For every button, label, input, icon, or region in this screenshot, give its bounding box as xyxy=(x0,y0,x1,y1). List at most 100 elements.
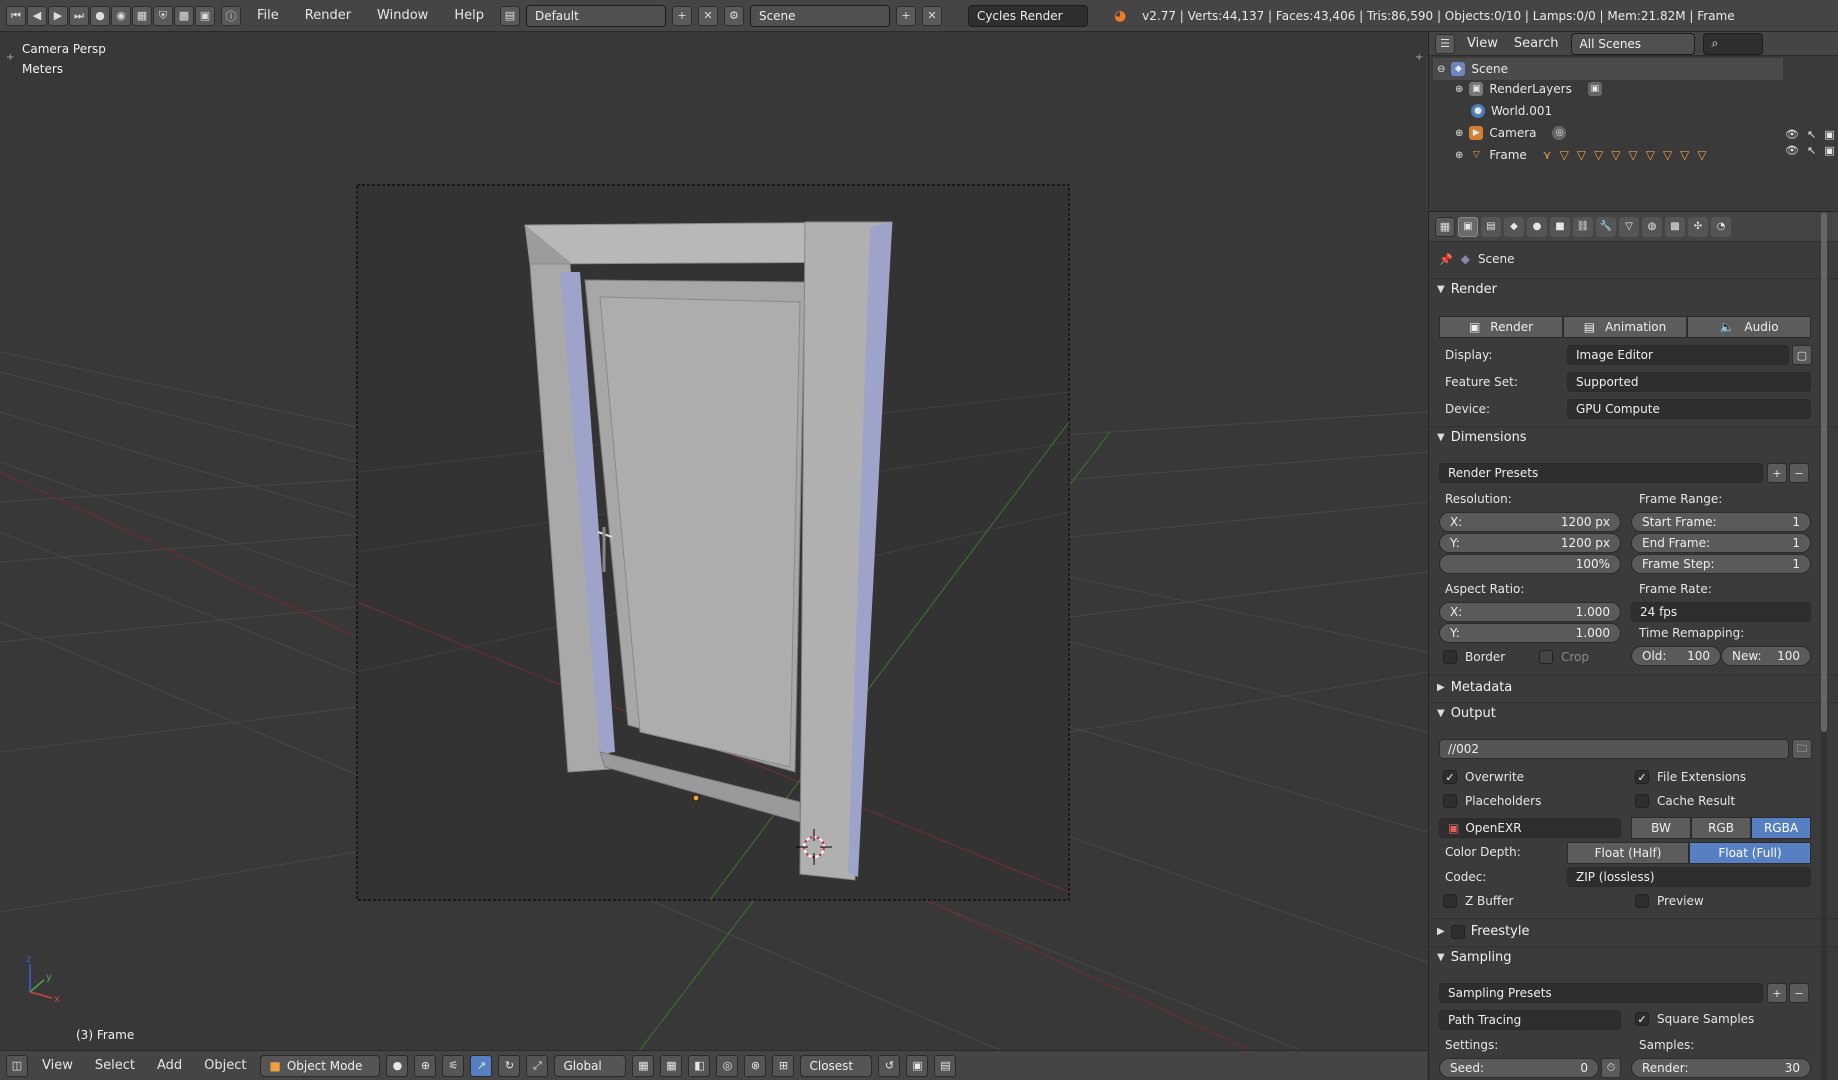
screenshot-icon[interactable]: ▣ xyxy=(195,5,215,26)
dimensions-panel-header[interactable]: ▼ Dimensions xyxy=(1437,430,1527,445)
add-object-icon[interactable]: ▦ xyxy=(132,5,152,26)
square-samples-checkbox[interactable]: ✓ Square Samples xyxy=(1635,1012,1754,1026)
render-presets-dropdown[interactable]: Render Presets xyxy=(1439,463,1763,483)
codec-dropdown[interactable]: ZIP (lossless) xyxy=(1567,867,1811,887)
render-layer-icon[interactable]: ◧ xyxy=(688,1054,711,1077)
metadata-panel-header[interactable]: ▶ Metadata xyxy=(1437,680,1512,695)
play-reverse-icon[interactable]: ◀ xyxy=(27,5,47,26)
properties-scrollbar[interactable] xyxy=(1821,212,1827,1080)
snap-target-dropdown[interactable]: Closest xyxy=(800,1054,873,1077)
placeholders-checkbox[interactable]: Placeholders xyxy=(1443,794,1541,808)
menu-select[interactable]: Select xyxy=(87,1058,143,1073)
feature-set-dropdown[interactable]: Supported xyxy=(1567,372,1811,392)
freestyle-checkbox[interactable] xyxy=(1450,924,1465,939)
frame-rate-dropdown[interactable]: 24 fps xyxy=(1631,602,1811,622)
end-frame-field[interactable]: End Frame: 1 xyxy=(1631,533,1811,553)
snap-icon[interactable]: ⊗ xyxy=(744,1054,767,1077)
expand-icon[interactable]: ⊕ xyxy=(1455,128,1463,139)
outliner-menu-view[interactable]: View xyxy=(1463,36,1502,51)
checker-icon[interactable]: ▩ xyxy=(174,5,194,26)
audio-button[interactable]: 🔈 Audio xyxy=(1687,316,1811,338)
jump-start-icon[interactable]: ⏮ xyxy=(6,5,26,26)
mode-dropdown[interactable]: ■ Object Mode xyxy=(260,1054,381,1077)
rgba-option[interactable]: RGBA xyxy=(1751,817,1811,839)
remove-layout-icon[interactable]: ✕ xyxy=(697,5,718,26)
record-icon[interactable]: ● xyxy=(90,5,110,26)
time-old-field[interactable]: Old: 100 xyxy=(1631,646,1721,666)
animated-seed-icon[interactable]: ⏱ xyxy=(1601,1058,1621,1078)
viewport-shading-icon[interactable]: ● xyxy=(386,1054,409,1077)
screen-layout-icon[interactable]: ▤ xyxy=(499,5,520,26)
render-layers-tab-icon[interactable]: ▤ xyxy=(1481,216,1501,237)
add-layout-icon[interactable]: + xyxy=(671,5,692,26)
add-scene-icon[interactable]: + xyxy=(895,5,916,26)
constraints-tab-icon[interactable]: ⛓ xyxy=(1573,216,1593,237)
scale-icon[interactable]: ⤢ xyxy=(526,1054,549,1077)
add-preset-icon[interactable]: + xyxy=(1767,463,1787,483)
menu-file[interactable]: File xyxy=(247,8,289,23)
render-button[interactable]: ▣ Render xyxy=(1439,316,1563,338)
expand-icon[interactable]: ⊕ xyxy=(1455,150,1463,161)
eye-icon[interactable]: 👁 xyxy=(1785,128,1799,141)
outliner-item-frame[interactable]: ⊕ ▽ Frame ⋎▽▽▽▽▽▽▽▽▽ xyxy=(1455,144,1715,166)
physics-tab-icon[interactable]: ◔ xyxy=(1711,216,1731,237)
play-icon[interactable]: ▶ xyxy=(48,5,68,26)
integrator-dropdown[interactable]: Path Tracing xyxy=(1439,1010,1621,1030)
render-samples-field[interactable]: Render: 30 xyxy=(1631,1058,1811,1078)
outliner-item-renderlayers[interactable]: ⊕ ▣ RenderLayers ▣ xyxy=(1455,78,1602,100)
translate-icon[interactable]: ↗ xyxy=(470,1054,493,1077)
outliner-item-camera[interactable]: ⊕ ▶ Camera ◎ xyxy=(1455,122,1567,144)
output-path-input[interactable]: //002 xyxy=(1439,739,1789,759)
editor-type-icon[interactable]: ◫ xyxy=(6,1054,28,1077)
collapse-icon[interactable]: ⊖ xyxy=(1437,64,1445,75)
scene-field[interactable]: Scene xyxy=(749,4,890,27)
output-panel-header[interactable]: ▼ Output xyxy=(1437,706,1496,721)
render-panel-header[interactable]: ▼ Render xyxy=(1437,282,1497,297)
remove-scene-icon[interactable]: ✕ xyxy=(921,5,942,26)
snap-rotate-icon[interactable]: ↺ xyxy=(878,1054,901,1077)
crop-checkbox[interactable]: Crop xyxy=(1539,650,1589,664)
overwrite-checkbox[interactable]: ✓ Overwrite xyxy=(1443,770,1524,784)
rotate-icon[interactable]: ↻ xyxy=(498,1054,521,1077)
modifiers-tab-icon[interactable]: 🔧 xyxy=(1596,216,1616,237)
3d-viewport[interactable]: z y x + + Camera Persp Meters (3) Frame xyxy=(0,32,1427,1050)
preview-checkbox[interactable]: Preview xyxy=(1635,894,1704,908)
seed-field[interactable]: Seed: 0 xyxy=(1439,1058,1599,1078)
proportional-edit-icon[interactable]: ◎ xyxy=(716,1054,739,1077)
outliner-item-scene[interactable]: ⊖ ◆ Scene xyxy=(1433,58,1783,80)
file-format-dropdown[interactable]: ▣ OpenEXR xyxy=(1439,818,1621,838)
cursor-icon[interactable]: ↖ xyxy=(1807,128,1816,141)
cache-result-checkbox[interactable]: Cache Result xyxy=(1635,794,1735,808)
pivot-icon[interactable]: ⊕ xyxy=(414,1054,437,1077)
zbuffer-checkbox[interactable]: Z Buffer xyxy=(1443,894,1513,908)
render-engine-dropdown[interactable]: Cycles Render xyxy=(967,4,1088,27)
outliner-item-world[interactable]: ● World.001 xyxy=(1471,100,1552,122)
object-tab-icon[interactable]: ■ xyxy=(1550,216,1570,237)
bw-option[interactable]: BW xyxy=(1631,817,1691,839)
material-tab-icon[interactable]: ◍ xyxy=(1642,216,1662,237)
menu-render[interactable]: Render xyxy=(295,8,361,23)
remove-preset-icon[interactable]: − xyxy=(1789,983,1809,1003)
layers-2-icon[interactable]: ▦ xyxy=(660,1054,683,1077)
menu-view[interactable]: View xyxy=(34,1058,81,1073)
resolution-x-field[interactable]: X: 1200 px xyxy=(1439,512,1621,532)
aspect-x-field[interactable]: X: 1.000 xyxy=(1439,602,1621,622)
scene-icon[interactable]: ⚙ xyxy=(723,5,744,26)
render-icon[interactable]: ▣ xyxy=(906,1054,929,1077)
rgb-option[interactable]: RGB xyxy=(1691,817,1751,839)
eye-icon[interactable]: 👁 xyxy=(1785,144,1799,157)
shield-icon[interactable]: ⛨ xyxy=(153,5,173,26)
outliner-menu-search[interactable]: Search xyxy=(1510,36,1563,51)
frame-step-field[interactable]: Frame Step: 1 xyxy=(1631,554,1811,574)
render-anim-icon[interactable]: ▤ xyxy=(934,1054,957,1077)
properties-editor-icon[interactable]: ▦ xyxy=(1435,216,1455,237)
manipulator-icon[interactable]: ⚟ xyxy=(442,1054,465,1077)
display-window-icon[interactable]: ▢ xyxy=(1792,345,1812,365)
outliner-scope-dropdown[interactable]: All Scenes xyxy=(1570,32,1695,55)
border-checkbox[interactable]: Border xyxy=(1443,650,1505,664)
freestyle-panel-header[interactable]: ▶ Freestyle xyxy=(1437,924,1529,939)
folder-icon[interactable]: 🗀 xyxy=(1792,739,1812,759)
layers-icon[interactable]: ▦ xyxy=(632,1054,655,1077)
keying-icon[interactable]: ◉ xyxy=(111,5,131,26)
device-dropdown[interactable]: GPU Compute xyxy=(1567,399,1811,419)
